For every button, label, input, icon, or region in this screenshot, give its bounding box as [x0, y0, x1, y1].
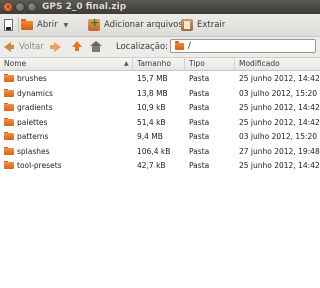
file-modified: 25 junho 2012, 14:42 [239, 117, 320, 127]
location-path: / [188, 41, 191, 51]
maximize-window-button[interactable] [27, 2, 37, 12]
column-header-modified[interactable]: Modificado [235, 58, 320, 70]
folder-icon [4, 88, 14, 97]
toolbar: Abrir ▼ Adicionar arquivos Extrair [0, 14, 320, 37]
open-button[interactable]: Abrir ▼ [21, 17, 68, 33]
forward-arrow-icon[interactable] [50, 42, 61, 52]
file-type: Pasta [189, 103, 210, 112]
file-size: 9,4 MB [137, 132, 163, 141]
file-modified: 25 junho 2012, 14:42 [239, 161, 320, 170]
extract-button[interactable]: Extrair [181, 17, 225, 33]
add-files-icon [88, 16, 100, 31]
table-row[interactable]: patterns 9,4 MB Pasta 03 julho 2012, 15:20 [0, 131, 320, 142]
table-row[interactable]: brushes 15,7 MB Pasta 25 junho 2012, 14:42 [0, 73, 320, 84]
file-modified: 27 junho 2012, 19:48 [239, 146, 320, 156]
location-bar: Voltar Localização: / [0, 37, 320, 58]
back-button[interactable]: Voltar [4, 39, 44, 55]
sort-ascending-icon: ▲ [124, 60, 129, 67]
table-row[interactable]: tool-presets 42,7 kB Pasta 25 junho 2012, 1… [0, 160, 320, 171]
file-type: Pasta [189, 88, 210, 98]
column-header-name[interactable]: Nome [0, 58, 133, 70]
title-bar[interactable]: × GPS 2_0 final.zip [0, 0, 320, 14]
file-size: 10,9 kB [137, 103, 166, 112]
file-size: 13,8 MB [137, 88, 168, 98]
file-list: Nome ▲ Tamanho Tipo Modificado brushes 15… [0, 58, 320, 288]
toolbar-separator [18, 18, 19, 32]
file-name: tool-presets [17, 161, 62, 170]
file-size: 51,4 kB [137, 117, 166, 127]
table-row[interactable]: gradients 10,9 kB Pasta 25 junho 2012, 14:4… [0, 102, 320, 113]
add-files-button[interactable]: Adicionar arquivos [88, 16, 183, 33]
location-label: Localização: [116, 42, 169, 52]
close-window-button[interactable]: × [3, 2, 13, 12]
column-header-size[interactable]: Tamanho [133, 58, 185, 70]
extract-icon [181, 19, 193, 31]
file-size: 42,7 kB [137, 161, 166, 170]
file-size: 15,7 MB [137, 74, 168, 83]
open-folder-icon [21, 18, 33, 30]
home-icon[interactable] [90, 41, 102, 52]
file-modified: 25 junho 2012, 14:42 [239, 74, 320, 83]
file-type: Pasta [189, 146, 210, 156]
folder-icon [4, 146, 14, 155]
folder-icon [4, 117, 14, 126]
new-archive-button[interactable] [4, 17, 16, 33]
add-files-label: Adicionar arquivos [104, 20, 183, 30]
extract-label: Extrair [197, 20, 226, 30]
minimize-window-button[interactable] [15, 2, 25, 12]
open-dropdown-icon[interactable]: ▼ [64, 22, 69, 29]
table-row[interactable]: dynamics 13,8 MB Pasta 03 julho 2012, 15:20 [0, 88, 320, 99]
open-button-label: Abrir [37, 20, 58, 30]
back-label: Voltar [19, 42, 44, 52]
window-title: GPS 2_0 final.zip [42, 2, 127, 12]
location-field[interactable]: / [170, 39, 316, 53]
file-name: splashes [17, 146, 50, 156]
file-name: palettes [17, 117, 48, 127]
file-type: Pasta [189, 117, 210, 127]
file-name: patterns [17, 132, 49, 141]
folder-icon [4, 161, 14, 169]
archive-manager-window: × GPS 2_0 final.zip Abrir ▼ Adicionar ar… [0, 0, 320, 288]
table-row[interactable]: splashes 106,4 kB Pasta 27 junho 2012, 19:4… [0, 146, 320, 157]
file-modified: 25 junho 2012, 14:42 [239, 103, 320, 112]
back-arrow-icon [4, 42, 14, 52]
file-size: 106,4 kB [137, 146, 171, 156]
file-type: Pasta [189, 132, 210, 141]
file-modified: 03 julho 2012, 15:20 [239, 88, 318, 98]
close-icon: × [4, 2, 12, 11]
folder-icon [4, 74, 14, 82]
column-header-type[interactable]: Tipo [185, 58, 235, 70]
file-modified: 03 julho 2012, 15:20 [239, 132, 318, 141]
column-header-row: Nome ▲ Tamanho Tipo Modificado [0, 58, 320, 71]
file-name: brushes [17, 74, 47, 83]
up-arrow-icon[interactable] [72, 41, 82, 51]
folder-icon [4, 103, 14, 111]
table-row[interactable]: palettes 51,4 kB Pasta 25 junho 2012, 14:42 [0, 117, 320, 128]
file-name: dynamics [17, 88, 53, 98]
folder-icon [4, 132, 14, 140]
file-type: Pasta [189, 74, 210, 83]
folder-icon [175, 41, 184, 50]
new-archive-icon [4, 19, 13, 31]
file-type: Pasta [189, 161, 210, 170]
file-name: gradients [17, 103, 53, 112]
